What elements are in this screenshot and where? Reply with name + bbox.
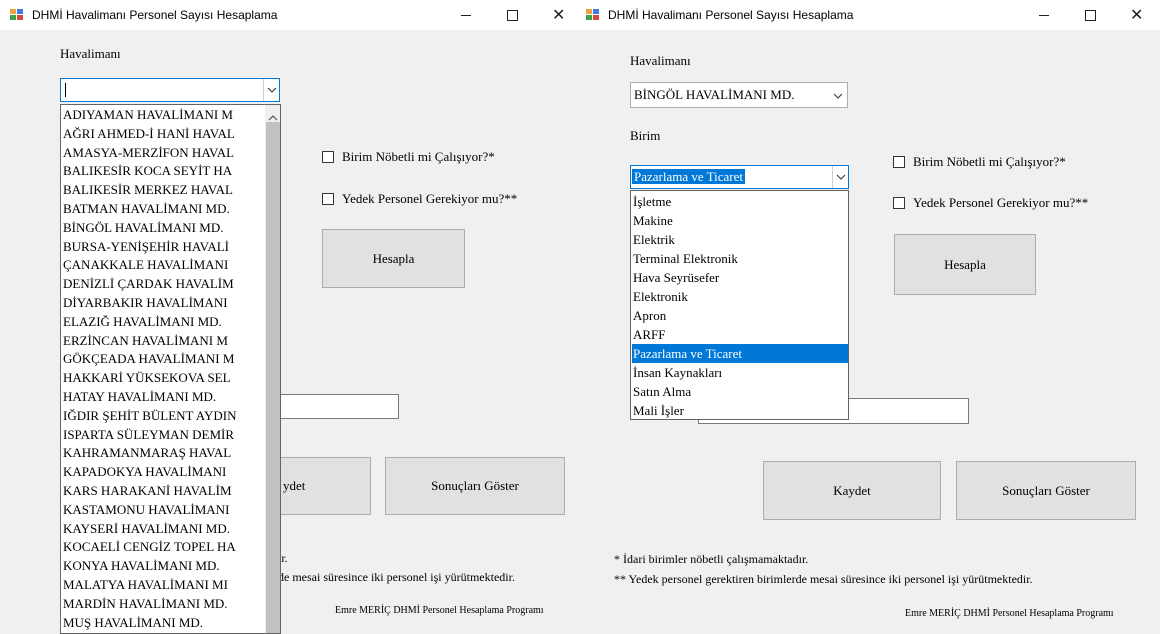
maximize-icon	[507, 10, 518, 21]
unit-label: Birim	[630, 128, 661, 143]
minimize-button[interactable]	[443, 0, 489, 30]
chevron-down-icon[interactable]	[263, 79, 279, 101]
airport-option[interactable]: MARDİN HAVALİMANI MD.	[63, 595, 228, 613]
results-button[interactable]: Sonuçları Göster	[956, 461, 1136, 520]
unit-value: Pazarlama ve Ticaret	[632, 169, 746, 184]
unit-option[interactable]: Terminal Elektronik	[632, 249, 848, 268]
airport-option[interactable]: KARS HARAKANİ HAVALİM	[63, 482, 232, 500]
close-icon: ✕	[1130, 7, 1144, 24]
airport-label: Havalimanı	[60, 46, 121, 61]
unit-option[interactable]: İnsan Kaynakları	[632, 363, 848, 382]
calculate-button[interactable]: Hesapla	[322, 229, 465, 288]
unit-dropdown-list[interactable]: İşletme Makine Elektrik Terminal Elektronik…	[630, 190, 849, 420]
minimize-icon	[461, 15, 471, 16]
airport-option[interactable]: BALIKESİR MERKEZ HAVAL	[63, 181, 233, 199]
airport-option[interactable]: HAKKARİ YÜKSEKOVA SEL	[63, 369, 231, 387]
title-bar[interactable]: DHMİ Havalimanı Personel Sayısı Hesaplam…	[580, 0, 1160, 30]
airport-option[interactable]: KASTAMONU HAVALİMANI	[63, 501, 229, 519]
window-title: DHMİ Havalimanı Personel Sayısı Hesaplam…	[608, 8, 854, 22]
close-button[interactable]: ✕	[1113, 0, 1159, 30]
note-idari: * İdari birimler nöbetli çalışmamaktadır…	[614, 552, 809, 566]
airport-option[interactable]: KONYA HAVALİMANI MD.	[63, 557, 220, 575]
unit-combobox[interactable]: Pazarlama ve Ticaret	[630, 165, 849, 189]
unit-option[interactable]: Makine	[632, 211, 848, 230]
airport-option[interactable]: ISPARTA SÜLEYMAN DEMİR	[63, 426, 234, 444]
airport-option[interactable]: BATMAN HAVALİMANI MD.	[63, 200, 230, 218]
unit-option[interactable]: Mali İşler	[632, 401, 848, 419]
result-textbox[interactable]	[270, 394, 399, 419]
note-yedek: ** Yedek personel gerektiren birimlerde …	[614, 572, 1033, 586]
airport-option[interactable]: ADIYAMAN HAVALİMANI M	[63, 106, 233, 124]
airport-combobox[interactable]: BİNGÖL HAVALİMANI MD.	[630, 82, 848, 108]
airport-option[interactable]: KOCAELİ CENGİZ TOPEL HA	[63, 538, 236, 556]
unit-option[interactable]: Pazarlama ve Ticaret	[632, 344, 848, 363]
airport-option[interactable]: KAPADOKYA HAVALİMANI	[63, 463, 226, 481]
airport-option[interactable]: ELAZIĞ HAVALİMANI MD.	[63, 313, 222, 331]
scroll-thumb[interactable]	[266, 122, 280, 633]
airport-option[interactable]: KAHRAMANMARAŞ HAVAL	[63, 444, 231, 462]
airport-option[interactable]: KAYSERİ HAVALİMANI MD.	[63, 520, 230, 538]
app-icon	[10, 9, 24, 21]
close-icon: ✕	[552, 7, 566, 24]
airport-combobox[interactable]	[60, 78, 280, 102]
airport-option[interactable]: IĞDIR ŞEHİT BÜLENT AYDIN	[63, 407, 236, 425]
unit-option[interactable]: İşletme	[632, 192, 848, 211]
reserve-checkbox[interactable]	[893, 197, 905, 209]
shift-checkbox[interactable]	[322, 151, 334, 163]
calculate-button[interactable]: Hesapla	[894, 234, 1036, 295]
reserve-checkbox[interactable]	[322, 193, 334, 205]
reserve-checkbox-label: Yedek Personel Gerekiyor mu?**	[342, 191, 518, 206]
footer-credit: Emre MERİÇ DHMİ Personel Hesaplama Progr…	[335, 605, 544, 616]
unit-option[interactable]: Hava Seyrüsefer	[632, 268, 848, 287]
shift-checkbox[interactable]	[893, 156, 905, 168]
airport-option[interactable]: ÇANAKKALE HAVALİMANI	[63, 256, 228, 274]
results-button[interactable]: Sonuçları Göster	[385, 457, 565, 515]
maximize-button[interactable]	[1067, 0, 1113, 30]
close-button[interactable]: ✕	[535, 0, 580, 30]
unit-option[interactable]: Elektronik	[632, 287, 848, 306]
airport-option[interactable]: ERZİNCAN HAVALİMANI M	[63, 332, 228, 350]
airport-option[interactable]: AĞRI AHMED-İ HANİ HAVAL	[63, 125, 235, 143]
text-caret	[65, 83, 66, 97]
airport-dropdown-list[interactable]: ADIYAMAN HAVALİMANI M AĞRI AHMED-İ HANİ H…	[60, 104, 281, 634]
app-icon	[586, 9, 600, 21]
airport-option[interactable]: HATAY HAVALİMANI MD.	[63, 388, 216, 406]
minimize-icon	[1039, 15, 1049, 16]
unit-option[interactable]: Apron	[632, 306, 848, 325]
chevron-down-icon[interactable]	[832, 166, 848, 188]
airport-option[interactable]: BALIKESİR KOCA SEYİT HA	[63, 162, 232, 180]
right-window: DHMİ Havalimanı Personel Sayısı Hesaplam…	[580, 0, 1160, 634]
left-window: DHMİ Havalimanı Personel Sayısı Hesaplam…	[0, 0, 580, 634]
footer-credit: Emre MERİÇ DHMİ Personel Hesaplama Progr…	[905, 608, 1114, 619]
shift-checkbox-label: Birim Nöbetli mi Çalışıyor?*	[342, 149, 495, 164]
airport-value: BİNGÖL HAVALİMANI MD.	[634, 87, 795, 102]
airport-option[interactable]: AMASYA-MERZİFON HAVAL	[63, 144, 234, 162]
unit-option[interactable]: Satın Alma	[632, 382, 848, 401]
airport-option[interactable]: MUŞ HAVALİMANI MD.	[63, 614, 203, 632]
airport-option[interactable]: DENİZLİ ÇARDAK HAVALİM	[63, 275, 234, 293]
airport-option[interactable]: BİNGÖL HAVALİMANI MD.	[63, 219, 223, 237]
minimize-button[interactable]	[1021, 0, 1067, 30]
reserve-checkbox-label: Yedek Personel Gerekiyor mu?**	[913, 195, 1089, 210]
title-bar[interactable]: DHMİ Havalimanı Personel Sayısı Hesaplam…	[0, 0, 580, 30]
maximize-button[interactable]	[489, 0, 535, 30]
note-yedek: de mesai süresince iki personel işi yürü…	[278, 570, 515, 584]
unit-option[interactable]: ARFF	[632, 325, 848, 344]
airport-option[interactable]: DİYARBAKIR HAVALİMANI	[63, 294, 228, 312]
window-title: DHMİ Havalimanı Personel Sayısı Hesaplam…	[32, 8, 278, 22]
unit-option[interactable]: Elektrik	[632, 230, 848, 249]
dropdown-scrollbar[interactable]	[265, 105, 280, 633]
airport-option[interactable]: BURSA-YENİŞEHİR HAVALİ	[63, 238, 229, 256]
maximize-icon	[1085, 10, 1096, 21]
save-button[interactable]: Kaydet	[763, 461, 941, 520]
shift-checkbox-label: Birim Nöbetli mi Çalışıyor?*	[913, 154, 1066, 169]
airport-option[interactable]: GÖKÇEADA HAVALİMANI M	[63, 350, 234, 368]
airport-option[interactable]: MALATYA HAVALİMANI MI	[63, 576, 228, 594]
airport-label: Havalimanı	[630, 53, 691, 68]
chevron-down-icon[interactable]	[831, 83, 847, 107]
